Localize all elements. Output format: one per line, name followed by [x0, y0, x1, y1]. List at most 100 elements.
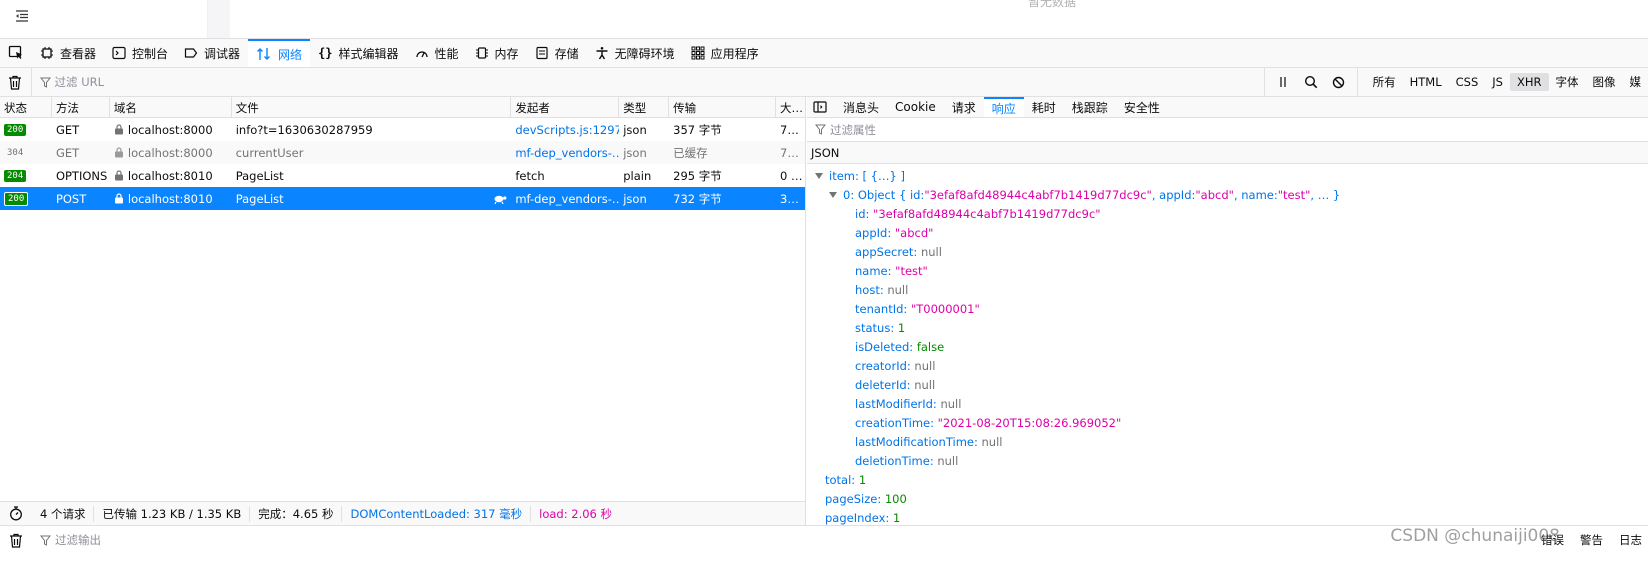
tab-storage[interactable]: 存储 [527, 39, 587, 67]
filter-all[interactable]: 所有 [1366, 72, 1403, 92]
table-row[interactable]: 304 GET localhost:8000 currentUser mf-de… [0, 141, 805, 164]
filter-media[interactable]: 媒 [1623, 72, 1648, 92]
table-row[interactable]: 204 OPTIONS localhost:8010 PageList fetc… [0, 164, 805, 187]
json-property[interactable]: total: 1 [807, 470, 1648, 489]
tab-console[interactable]: 控制台 [104, 39, 176, 67]
clear-console-button[interactable] [0, 526, 32, 554]
tab-network[interactable]: 网络 [248, 39, 311, 67]
table-row[interactable]: 200 GET localhost:8000 info?t=1630630287… [0, 118, 805, 141]
json-preview: , name: [1233, 187, 1278, 202]
json-key: lastModificationTime: [855, 434, 978, 449]
transferred-cell: 357 字节 [673, 122, 722, 137]
initiator-link[interactable]: mf-dep_vendors-… [515, 192, 619, 206]
root-fields: total: 1 pageSize: 100 pageIndex: 1 [807, 470, 1648, 525]
toggle-sidebar-button[interactable] [807, 97, 835, 117]
request-table-header: 状态 方法 域名 文件 发起者 类型 传输 大… [0, 97, 805, 118]
filter-js[interactable]: JS [1485, 73, 1510, 91]
json-section-header[interactable]: JSON [807, 142, 1648, 164]
search-button[interactable] [1299, 70, 1323, 94]
json-preview: "abcd" [1195, 187, 1234, 202]
initiator-link[interactable]: devScripts.js:1297… [515, 123, 619, 137]
console-filter-input[interactable] [55, 533, 1355, 547]
col-initiator[interactable]: 发起者 [511, 97, 620, 117]
json-property[interactable]: id: "3efaf8afd48944c4abf7b1419d77dc9c" [807, 204, 1648, 223]
block-button[interactable] [1327, 70, 1351, 94]
json-property[interactable]: creationTime: "2021-08-20T15:08:26.96905… [807, 413, 1648, 432]
json-property[interactable]: deleterId: null [807, 375, 1648, 394]
tab-accessibility[interactable]: 无障碍环境 [587, 39, 683, 67]
transferred-cell: 已缓存 [673, 145, 708, 160]
tab-response[interactable]: 响应 [983, 97, 1024, 117]
tab-timings[interactable]: 耗时 [1024, 97, 1064, 117]
json-property[interactable]: tenantId: "T0000001" [807, 299, 1648, 318]
col-method[interactable]: 方法 [52, 97, 110, 117]
table-row-selected[interactable]: 200 POST localhost:8010 PageList mf-dep_… [0, 187, 805, 210]
json-property[interactable]: appSecret: null [807, 242, 1648, 261]
pause-button[interactable] [1271, 70, 1295, 94]
method-cell: OPTIONS [55, 168, 108, 183]
tab-style-editor[interactable]: {} 样式编辑器 [310, 39, 406, 67]
json-preview: "test" [1277, 187, 1311, 202]
style-editor-icon: {} [318, 46, 333, 60]
tab-label: 无障碍环境 [614, 46, 675, 61]
json-preview: [ {…} ] [862, 168, 905, 183]
filter-warnings[interactable]: 警告 [1580, 532, 1603, 548]
tab-performance[interactable]: 性能 [407, 39, 467, 67]
transferred-cell: 295 字节 [673, 168, 722, 183]
json-property[interactable]: pageSize: 100 [807, 489, 1648, 508]
menu-fold-icon[interactable] [14, 8, 34, 28]
col-transferred[interactable]: 传输 [669, 97, 776, 117]
json-key: appId: [855, 225, 892, 240]
trash-icon [9, 75, 22, 90]
col-status[interactable]: 状态 [0, 97, 52, 117]
json-value: "2021-08-20T15:08:26.969052" [937, 415, 1122, 430]
inspector-icon [41, 47, 53, 59]
dom-content-loaded: DOMContentLoaded: 317 毫秒 [342, 505, 532, 522]
json-property[interactable]: lastModificationTime: null [807, 432, 1648, 451]
url-filter-input[interactable] [54, 75, 1155, 89]
tab-request[interactable]: 请求 [944, 97, 984, 117]
size-cell: 7… [780, 145, 799, 160]
performance-analysis-button[interactable] [0, 506, 32, 522]
col-type[interactable]: 类型 [619, 97, 670, 117]
tree-node-object[interactable]: 0: Object { id: "3efaf8afd48944c4abf7b14… [807, 185, 1648, 204]
json-preview: , appId: [1151, 187, 1196, 202]
memory-icon [475, 47, 488, 59]
tab-security[interactable]: 安全性 [1116, 97, 1168, 117]
col-domain[interactable]: 域名 [110, 97, 232, 117]
filter-html[interactable]: HTML [1403, 73, 1449, 91]
col-file[interactable]: 文件 [232, 97, 512, 117]
json-property[interactable]: lastModifierId: null [807, 394, 1648, 413]
filter-logs[interactable]: 日志 [1619, 532, 1642, 548]
tab-application[interactable]: 应用程序 [683, 39, 767, 67]
tab-headers[interactable]: 消息头 [835, 97, 887, 117]
tab-cookies[interactable]: Cookie [887, 97, 944, 117]
json-property[interactable]: creatorId: null [807, 356, 1648, 375]
col-size[interactable]: 大… [776, 97, 805, 117]
filter-fonts[interactable]: 字体 [1549, 72, 1586, 92]
json-property[interactable]: status: 1 [807, 318, 1648, 337]
filter-css[interactable]: CSS [1449, 73, 1486, 91]
json-property[interactable]: isDeleted: false [807, 337, 1648, 356]
tab-inspector[interactable]: 查看器 [32, 39, 104, 67]
filter-errors[interactable]: 错误 [1541, 532, 1564, 548]
clear-requests-button[interactable] [0, 68, 32, 96]
expand-triangle-icon[interactable] [829, 191, 837, 198]
json-property[interactable]: appId: "abcd" [807, 223, 1648, 242]
property-filter-input[interactable] [830, 122, 1530, 137]
json-value: false [916, 339, 945, 354]
json-property[interactable]: deletionTime: null [807, 451, 1648, 470]
expand-triangle-icon[interactable] [815, 172, 823, 179]
initiator-link[interactable]: mf-dep_vendors-… [515, 146, 619, 160]
filter-images[interactable]: 图像 [1586, 72, 1623, 92]
tab-stack-trace[interactable]: 栈跟踪 [1064, 97, 1116, 117]
filter-xhr[interactable]: XHR [1509, 73, 1549, 91]
json-property[interactable]: host: null [807, 280, 1648, 299]
json-property[interactable]: pageIndex: 1 [807, 508, 1648, 525]
element-picker-button[interactable] [0, 39, 32, 67]
tab-debugger[interactable]: 调试器 [176, 39, 248, 67]
tab-memory[interactable]: 内存 [467, 39, 527, 67]
type-cell: json [623, 191, 647, 206]
tree-node-item[interactable]: item: [ {…} ] [807, 166, 1648, 185]
json-property[interactable]: name: "test" [807, 261, 1648, 280]
